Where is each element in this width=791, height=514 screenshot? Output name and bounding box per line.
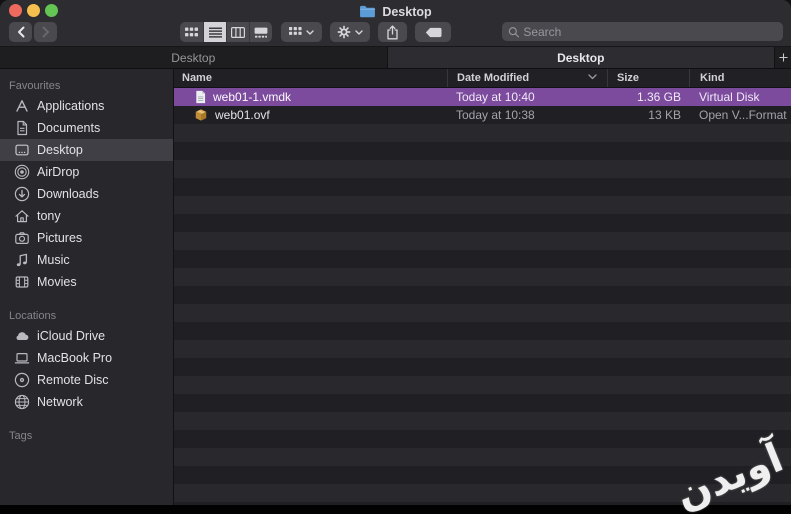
airdrop-icon (14, 164, 30, 180)
sidebar-item-macbook-pro[interactable]: MacBook Pro (0, 347, 173, 369)
sidebar: Favourites Applications Documents Deskto… (0, 69, 174, 505)
window-title-label: Desktop (382, 4, 432, 19)
laptop-icon (14, 352, 30, 364)
gear-icon (337, 25, 351, 39)
tab-label: Desktop (171, 50, 216, 65)
column-header-name[interactable]: Name (174, 69, 447, 87)
sidebar-item-home-tony[interactable]: tony (0, 205, 173, 227)
camera-icon (15, 232, 29, 245)
view-mode-segmented-control (180, 22, 272, 42)
main-area: Favourites Applications Documents Deskto… (0, 69, 791, 505)
sidebar-item-movies[interactable]: Movies (0, 271, 173, 293)
disc-icon (14, 372, 30, 388)
desktop-icon (15, 144, 29, 156)
tag-button[interactable] (415, 22, 451, 42)
file-list: Name Date Modified Size Kind web01-1.vmd… (174, 69, 791, 505)
new-tab-button[interactable] (774, 47, 791, 68)
sidebar-section-favourites: Favourites (9, 80, 61, 92)
share-button[interactable] (378, 22, 407, 42)
column-view-button[interactable] (226, 22, 249, 42)
file-name: web01-1.vmdk (213, 90, 292, 104)
column-header-kind[interactable]: Kind (689, 69, 791, 87)
group-by-button[interactable] (281, 22, 322, 42)
sidebar-item-music[interactable]: Music (0, 249, 173, 271)
search-field[interactable] (502, 22, 783, 41)
window-title: Desktop (0, 3, 791, 20)
chevron-down-icon (355, 29, 363, 35)
share-icon (387, 24, 398, 39)
tab-desktop-active[interactable]: Desktop (386, 47, 774, 68)
chevron-down-icon (306, 29, 314, 35)
forward-button[interactable] (34, 22, 57, 42)
film-icon (15, 276, 29, 288)
search-input[interactable] (523, 24, 777, 39)
document-icon (17, 120, 28, 136)
cloud-icon (16, 332, 29, 340)
column-header-size[interactable]: Size (607, 69, 689, 87)
group-grid-icon (289, 26, 302, 35)
list-view-button[interactable] (203, 22, 226, 42)
sidebar-item-desktop[interactable]: Desktop (0, 139, 173, 161)
home-icon (15, 210, 29, 223)
finder-window: Desktop Search Desktop Desktop Favourite… (0, 0, 791, 514)
bottom-edge (0, 505, 791, 514)
gallery-view-button[interactable] (249, 22, 272, 42)
sidebar-item-icloud-drive[interactable]: iCloud Drive (0, 325, 173, 347)
document-file-icon (196, 90, 206, 104)
tag-icon (425, 27, 441, 37)
tab-label: Desktop (557, 50, 605, 65)
file-name: web01.ovf (215, 108, 270, 122)
globe-icon (14, 394, 30, 410)
sidebar-section-tags: Tags (9, 430, 33, 442)
tab-desktop-inactive[interactable]: Desktop (0, 47, 387, 68)
file-row-web01-1-vmdk[interactable]: web01-1.vmdk Today at 10:40 1.36 GB Virt… (174, 88, 791, 106)
applications-icon (16, 100, 28, 112)
sidebar-item-network[interactable]: Network (0, 391, 173, 413)
toolbar: Desktop (0, 0, 791, 47)
music-note-icon (16, 253, 28, 267)
file-date: Today at 10:38 (456, 108, 535, 122)
folder-icon (359, 5, 376, 18)
sidebar-item-pictures[interactable]: Pictures (0, 227, 173, 249)
sort-indicator-icon (588, 74, 597, 80)
tab-bar: Desktop Desktop (0, 47, 791, 69)
list-body: web01-1.vmdk Today at 10:40 1.36 GB Virt… (174, 88, 791, 505)
file-date: Today at 10:40 (456, 90, 535, 104)
downloads-icon (14, 186, 30, 202)
file-row-web01-ovf[interactable]: web01.ovf Today at 10:38 13 KB Open V...… (174, 106, 791, 124)
file-size: 13 KB (648, 108, 681, 122)
file-size: 1.36 GB (636, 90, 681, 104)
file-kind: Virtual Disk (699, 90, 760, 104)
file-kind: Open V...Format (699, 108, 787, 122)
column-header-date-modified[interactable]: Date Modified (447, 69, 607, 87)
search-icon (508, 26, 520, 37)
sidebar-item-airdrop[interactable]: AirDrop (0, 161, 173, 183)
sidebar-item-applications[interactable]: Applications (0, 95, 173, 117)
sidebar-item-downloads[interactable]: Downloads (0, 183, 173, 205)
icon-view-button[interactable] (180, 22, 203, 42)
sidebar-item-remote-disc[interactable]: Remote Disc (0, 369, 173, 391)
list-column-headers: Name Date Modified Size Kind (174, 69, 791, 88)
sidebar-section-locations: Locations (9, 310, 57, 322)
action-menu-button[interactable] (330, 22, 370, 42)
plus-icon (778, 53, 788, 62)
back-button[interactable] (9, 22, 32, 42)
package-icon (195, 109, 207, 121)
sidebar-item-documents[interactable]: Documents (0, 117, 173, 139)
